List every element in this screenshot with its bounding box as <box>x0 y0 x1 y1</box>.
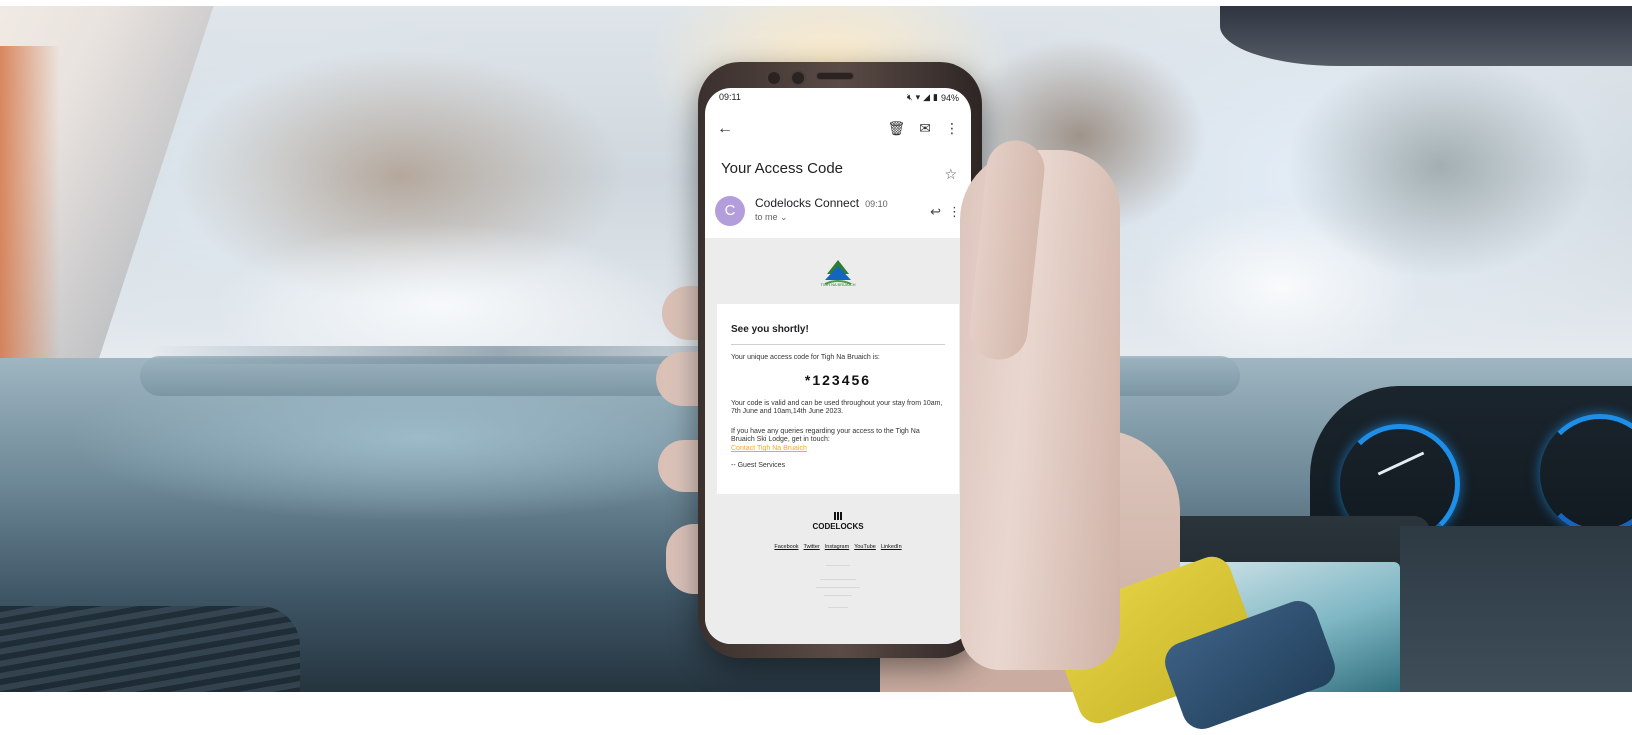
car-roof-edge <box>1220 6 1632 66</box>
recipient-toggle[interactable]: to me ⌄ <box>755 212 788 223</box>
signal-icon: ◢ <box>923 92 931 102</box>
tigh-na-bruaich-logo <box>824 260 852 285</box>
mail-icon[interactable]: ✉︎ <box>919 120 931 137</box>
contact-link-line: Contact Tigh Na Bruaich <box>731 445 945 453</box>
more-vert-icon[interactable]: ⋮ <box>945 120 959 137</box>
sent-time: 09:10 <box>865 199 888 209</box>
sender-name: Codelocks Connect <box>755 196 860 210</box>
codelocks-brand: CODELOCKS <box>812 522 864 531</box>
status-time: 09:11 <box>719 92 741 102</box>
toolbar-actions: 🗑︎ ✉︎ ⋮ <box>887 120 959 137</box>
recipient-label: to me <box>755 212 778 222</box>
signoff: -- Guest Services <box>731 462 786 469</box>
phone-screen: 09:11 🔇︎ ▾ ◢ ▮ 94% ← 🗑︎ ✉︎ ⋮ Your Access… <box>705 88 971 644</box>
intro-text: Your unique access code for Tigh Na Brua… <box>731 354 880 361</box>
email-subject: Your Access Code <box>721 160 844 177</box>
footer-address-line: ————————— <box>820 576 856 581</box>
back-arrow-icon[interactable]: ← <box>717 120 733 138</box>
mute-icon: 🔇︎ <box>906 92 913 102</box>
right-door-panel <box>1400 526 1632 692</box>
email-toolbar: ← 🗑︎ ✉︎ ⋮ <box>705 116 971 146</box>
delete-icon[interactable]: 🗑︎ <box>887 120 905 137</box>
earpiece-speaker <box>816 72 854 80</box>
phone-top-bezel <box>698 62 982 88</box>
battery-icon: ▮ <box>933 92 938 102</box>
validity-text: Your code is valid and can be used throu… <box>731 400 943 415</box>
queries-text: If you have any queries regarding your a… <box>731 428 920 443</box>
codelocks-logo: CODELOCKS <box>801 512 875 531</box>
facebook-link[interactable]: Facebook <box>774 544 798 550</box>
sender-row: Codelocks Connect 09:10 <box>755 196 888 210</box>
logo-caption: TIGH NA BRUAICH <box>820 282 856 287</box>
message-card: See you shortly! Your unique access code… <box>717 304 959 494</box>
reply-icon[interactable]: ↩ <box>930 204 941 220</box>
linkedin-link[interactable]: LinkedIn <box>881 544 902 550</box>
divider <box>731 344 945 345</box>
status-icons: 🔇︎ ▾ ◢ ▮ 94% <box>907 92 959 103</box>
message-heading: See you shortly! <box>731 324 809 335</box>
status-bar: 09:11 🔇︎ ▾ ◢ ▮ 94% <box>719 92 959 106</box>
codelocks-logo-mark <box>834 512 842 520</box>
footer-legal-line: —————— <box>826 562 850 567</box>
twitter-link[interactable]: Twitter <box>804 544 820 550</box>
email-body: TIGH NA BRUAICH See you shortly! Your un… <box>705 238 971 644</box>
contact-link[interactable]: Contact Tigh Na Bruaich <box>731 445 807 452</box>
footer-address-line: ——————————— <box>816 584 860 589</box>
smartphone: 09:11 🔇︎ ▾ ◢ ▮ 94% ← 🗑︎ ✉︎ ⋮ Your Access… <box>698 62 982 658</box>
footer-address-line: ——————— <box>824 592 852 597</box>
youtube-link[interactable]: YouTube <box>854 544 876 550</box>
instagram-link[interactable]: Instagram <box>825 544 849 550</box>
access-code: *123456 <box>804 372 872 388</box>
wifi-icon: ▾ <box>915 92 921 102</box>
battery-percent: 94% <box>940 92 959 103</box>
chevron-down-icon: ⌄ <box>780 212 788 222</box>
air-vent <box>0 606 300 692</box>
social-links: Facebook Twitter Instagram YouTube Linke… <box>705 544 971 550</box>
front-sensor <box>790 70 806 86</box>
star-icon[interactable]: ☆ <box>944 166 957 183</box>
avatar: C <box>715 196 745 226</box>
front-camera <box>766 70 782 86</box>
footer-terms-line: ————— <box>828 604 848 609</box>
